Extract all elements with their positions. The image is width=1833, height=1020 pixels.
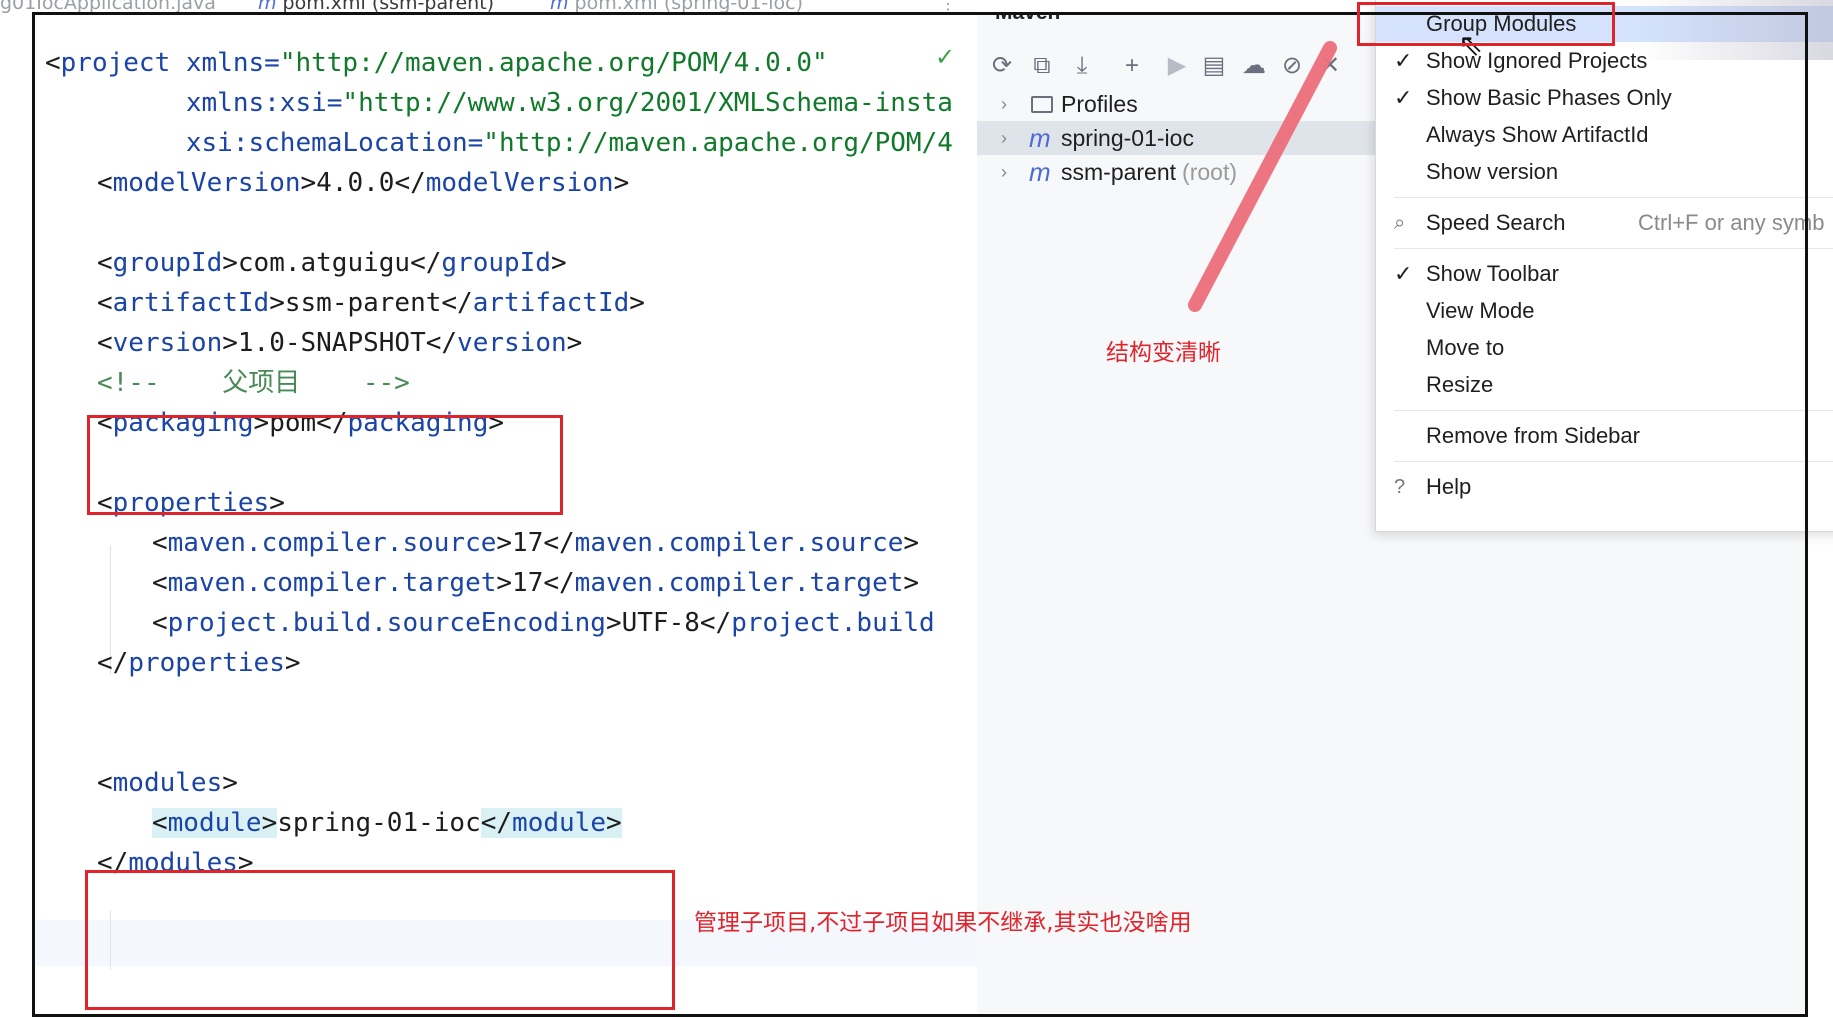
annotation-note-modules: 管理子项目,不过子项目如果不继承,其实也没啥用 [694, 910, 1192, 936]
annotation-arrow [1188, 41, 1337, 312]
annotation-box-group-modules [1357, 2, 1615, 46]
annotation-box-packaging [87, 415, 563, 515]
annotation-note-structure: 结构变清晰 [1106, 340, 1221, 366]
annotation-box-modules [85, 870, 675, 1010]
